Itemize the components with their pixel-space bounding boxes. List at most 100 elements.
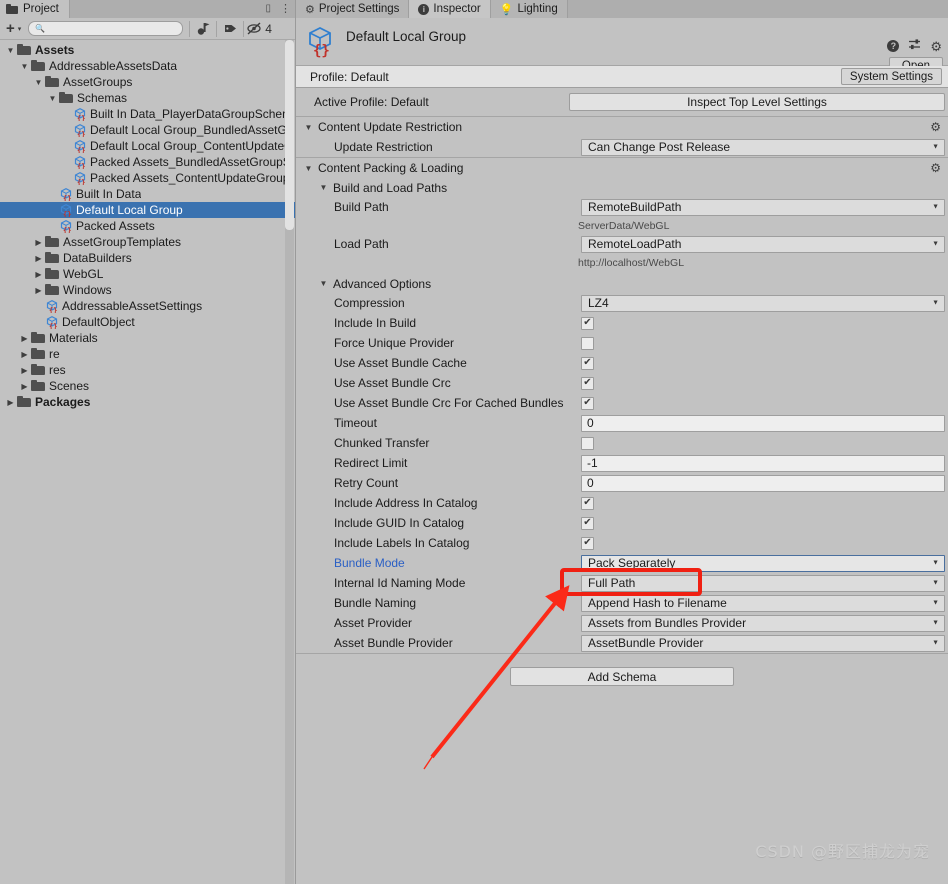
kebab-menu-icon[interactable]: ⋮ — [280, 3, 291, 15]
preset-icon[interactable] — [908, 38, 921, 54]
include-in-build-checkbox[interactable]: ✔ — [581, 316, 594, 330]
help-icon[interactable]: ? — [887, 40, 900, 52]
inspector-header: {} Default Local Group ? ⚙ Open — [296, 18, 948, 74]
section-header-content-update-restriction[interactable]: ▼ Content Update Restriction ⚙ — [296, 117, 948, 137]
tree-item[interactable]: {} DefaultObject — [0, 314, 295, 330]
subsection-build-and-load-paths[interactable]: ▼ Build and Load Paths — [296, 178, 948, 197]
tree-item[interactable]: {} AddressableAssetSettings — [0, 298, 295, 314]
chevron-down-icon[interactable]: ▼ — [46, 94, 59, 103]
tree-item[interactable]: ▶ res — [0, 362, 295, 378]
add-schema-button[interactable]: Add Schema — [510, 667, 734, 686]
project-scrollbar-thumb[interactable] — [285, 40, 294, 230]
label-filter-icon[interactable] — [217, 19, 243, 39]
chevron-down-icon[interactable]: ▼ — [4, 46, 17, 55]
tree-item[interactable]: ▶ Scenes — [0, 378, 295, 394]
load-path-dropdown[interactable]: RemoteLoadPath ▼ — [581, 235, 945, 253]
chevron-right-icon[interactable]: ▶ — [18, 382, 31, 391]
tree-item[interactable]: ▼ Schemas — [0, 90, 295, 106]
subsection-advanced-options[interactable]: ▼ Advanced Options — [296, 274, 948, 293]
gear-icon[interactable]: ⚙ — [930, 161, 941, 175]
use-asset-bundle-crc-checkbox[interactable]: ✔ — [581, 376, 594, 390]
load-path-resolved-value: http://localhost/WebGL — [578, 256, 685, 269]
tab-project[interactable]: Project — [0, 0, 70, 18]
asset-save-filter-icon[interactable] — [190, 19, 216, 39]
chevron-right-icon[interactable]: ▶ — [4, 398, 17, 407]
include-labels-in-catalog-checkbox[interactable]: ✔ — [581, 536, 594, 550]
asset-provider-dropdown[interactable]: Assets from Bundles Provider ▼ — [581, 614, 945, 632]
update-restriction-dropdown[interactable]: Can Change Post Release ▼ — [581, 138, 945, 156]
tree-item[interactable]: ▼ AssetGroups — [0, 74, 295, 90]
retry-count-input[interactable]: 0 — [581, 474, 945, 492]
field-label[interactable]: Bundle Mode — [296, 556, 581, 570]
tree-item[interactable]: {} Default Local Group — [0, 202, 295, 218]
build-path-dropdown[interactable]: RemoteBuildPath ▼ — [581, 198, 945, 216]
active-profile-label: Active Profile: Default — [314, 95, 429, 109]
force-unique-provider-checkbox[interactable]: ✔ — [581, 336, 594, 350]
asset-bundle-provider-dropdown[interactable]: AssetBundle Provider ▼ — [581, 634, 945, 652]
field-label: Use Asset Bundle Crc — [334, 376, 451, 390]
include-address-in-catalog-checkbox[interactable]: ✔ — [581, 496, 594, 510]
gear-icon[interactable]: ⚙ — [930, 120, 941, 134]
redirect-limit-input[interactable]: -1 — [581, 454, 945, 472]
tab-lighting[interactable]: 💡 Lighting — [490, 0, 568, 18]
field-label: Asset Bundle Provider — [334, 636, 453, 650]
chevron-right-icon[interactable]: ▶ — [32, 286, 45, 295]
tree-item[interactable]: ▶ AssetGroupTemplates — [0, 234, 295, 250]
inspector-panel: ⚙ Project Settings i Inspector 💡 Lightin… — [296, 0, 948, 884]
tree-item[interactable]: {} Packed Assets — [0, 218, 295, 234]
project-panel: Project ▯ ⋮ + ▾ 🔍 4 ▼ Assets ▼ Addressab… — [0, 0, 296, 884]
tree-item[interactable]: {} Built In Data_PlayerDataGroupSchema — [0, 106, 295, 122]
compression-dropdown[interactable]: LZ4 ▼ — [581, 294, 945, 312]
inspect-top-level-settings-button[interactable]: Inspect Top Level Settings — [569, 93, 945, 111]
timeout-input[interactable]: 0 — [581, 414, 945, 432]
use-asset-bundle-cache-checkbox[interactable]: ✔ — [581, 356, 594, 370]
search-input-wrap[interactable]: 🔍 — [28, 21, 184, 36]
chevron-down-icon[interactable]: ▼ — [303, 123, 314, 132]
system-settings-button[interactable]: System Settings — [840, 68, 942, 85]
tree-item[interactable]: ▶ Windows — [0, 282, 295, 298]
tab-project-settings[interactable]: ⚙ Project Settings — [296, 0, 410, 18]
tree-item[interactable]: {} Default Local Group_BundledAssetGroupS… — [0, 122, 295, 138]
chunked-transfer-checkbox[interactable]: ✔ — [581, 436, 594, 450]
chevron-right-icon[interactable]: ▶ — [32, 254, 45, 263]
bundle-naming-dropdown[interactable]: Append Hash to Filename ▼ — [581, 594, 945, 612]
internal-id-naming-mode-dropdown[interactable]: Full Path ▼ — [581, 574, 945, 592]
gear-icon[interactable]: ⚙ — [930, 40, 942, 53]
tree-item[interactable]: ▶ Materials — [0, 330, 295, 346]
chevron-right-icon[interactable]: ▶ — [32, 238, 45, 247]
tree-item[interactable]: ▼ AddressableAssetsData — [0, 58, 295, 74]
chevron-right-icon[interactable]: ▶ — [18, 350, 31, 359]
tab-inspector[interactable]: i Inspector — [409, 0, 491, 18]
profile-label: Profile: Default — [310, 69, 389, 84]
chevron-right-icon[interactable]: ▶ — [32, 270, 45, 279]
tree-item[interactable]: ▶ Packages — [0, 394, 295, 410]
tree-item[interactable]: ▼ Assets — [0, 42, 295, 58]
project-scrollbar[interactable] — [285, 40, 294, 884]
tree-item[interactable]: ▶ re — [0, 346, 295, 362]
hidden-items-icon[interactable] — [244, 19, 264, 39]
use-asset-bundle-crc-for-cached-bundles-checkbox[interactable]: ✔ — [581, 396, 594, 410]
maximize-icon[interactable]: ▯ — [265, 4, 271, 14]
tree-item[interactable]: {} Packed Assets_ContentUpdateGroupSchema — [0, 170, 295, 186]
chevron-down-icon[interactable]: ▼ — [318, 183, 329, 192]
section-header-content-packing-loading[interactable]: ▼ Content Packing & Loading ⚙ — [296, 158, 948, 178]
tree-item[interactable]: {} Built In Data — [0, 186, 295, 202]
search-input[interactable] — [49, 22, 177, 35]
scriptable-object-icon: {} — [45, 299, 60, 313]
chevron-down-icon[interactable]: ▼ — [318, 279, 329, 288]
chevron-right-icon[interactable]: ▶ — [18, 334, 31, 343]
tree-item[interactable]: {} Default Local Group_ContentUpdateGroup… — [0, 138, 295, 154]
field-control: ✔ — [581, 536, 948, 550]
tree-item[interactable]: ▶ DataBuilders — [0, 250, 295, 266]
chevron-down-icon[interactable]: ▼ — [18, 62, 31, 71]
tree-item[interactable]: {} Packed Assets_BundledAssetGroupSchema — [0, 154, 295, 170]
tree-item[interactable]: ▶ WebGL — [0, 266, 295, 282]
bundle-mode-dropdown[interactable]: Pack Separately ▼ — [581, 554, 945, 572]
add-asset-button[interactable]: + ▾ — [2, 20, 25, 38]
chevron-right-icon[interactable]: ▶ — [18, 366, 31, 375]
profile-row: Profile: Default System Settings — [296, 66, 948, 88]
include-guid-in-catalog-checkbox[interactable]: ✔ — [581, 516, 594, 530]
chevron-down-icon[interactable]: ▼ — [32, 78, 45, 87]
chevron-down-icon[interactable]: ▼ — [303, 164, 314, 173]
tree-item-label: Windows — [63, 283, 112, 297]
